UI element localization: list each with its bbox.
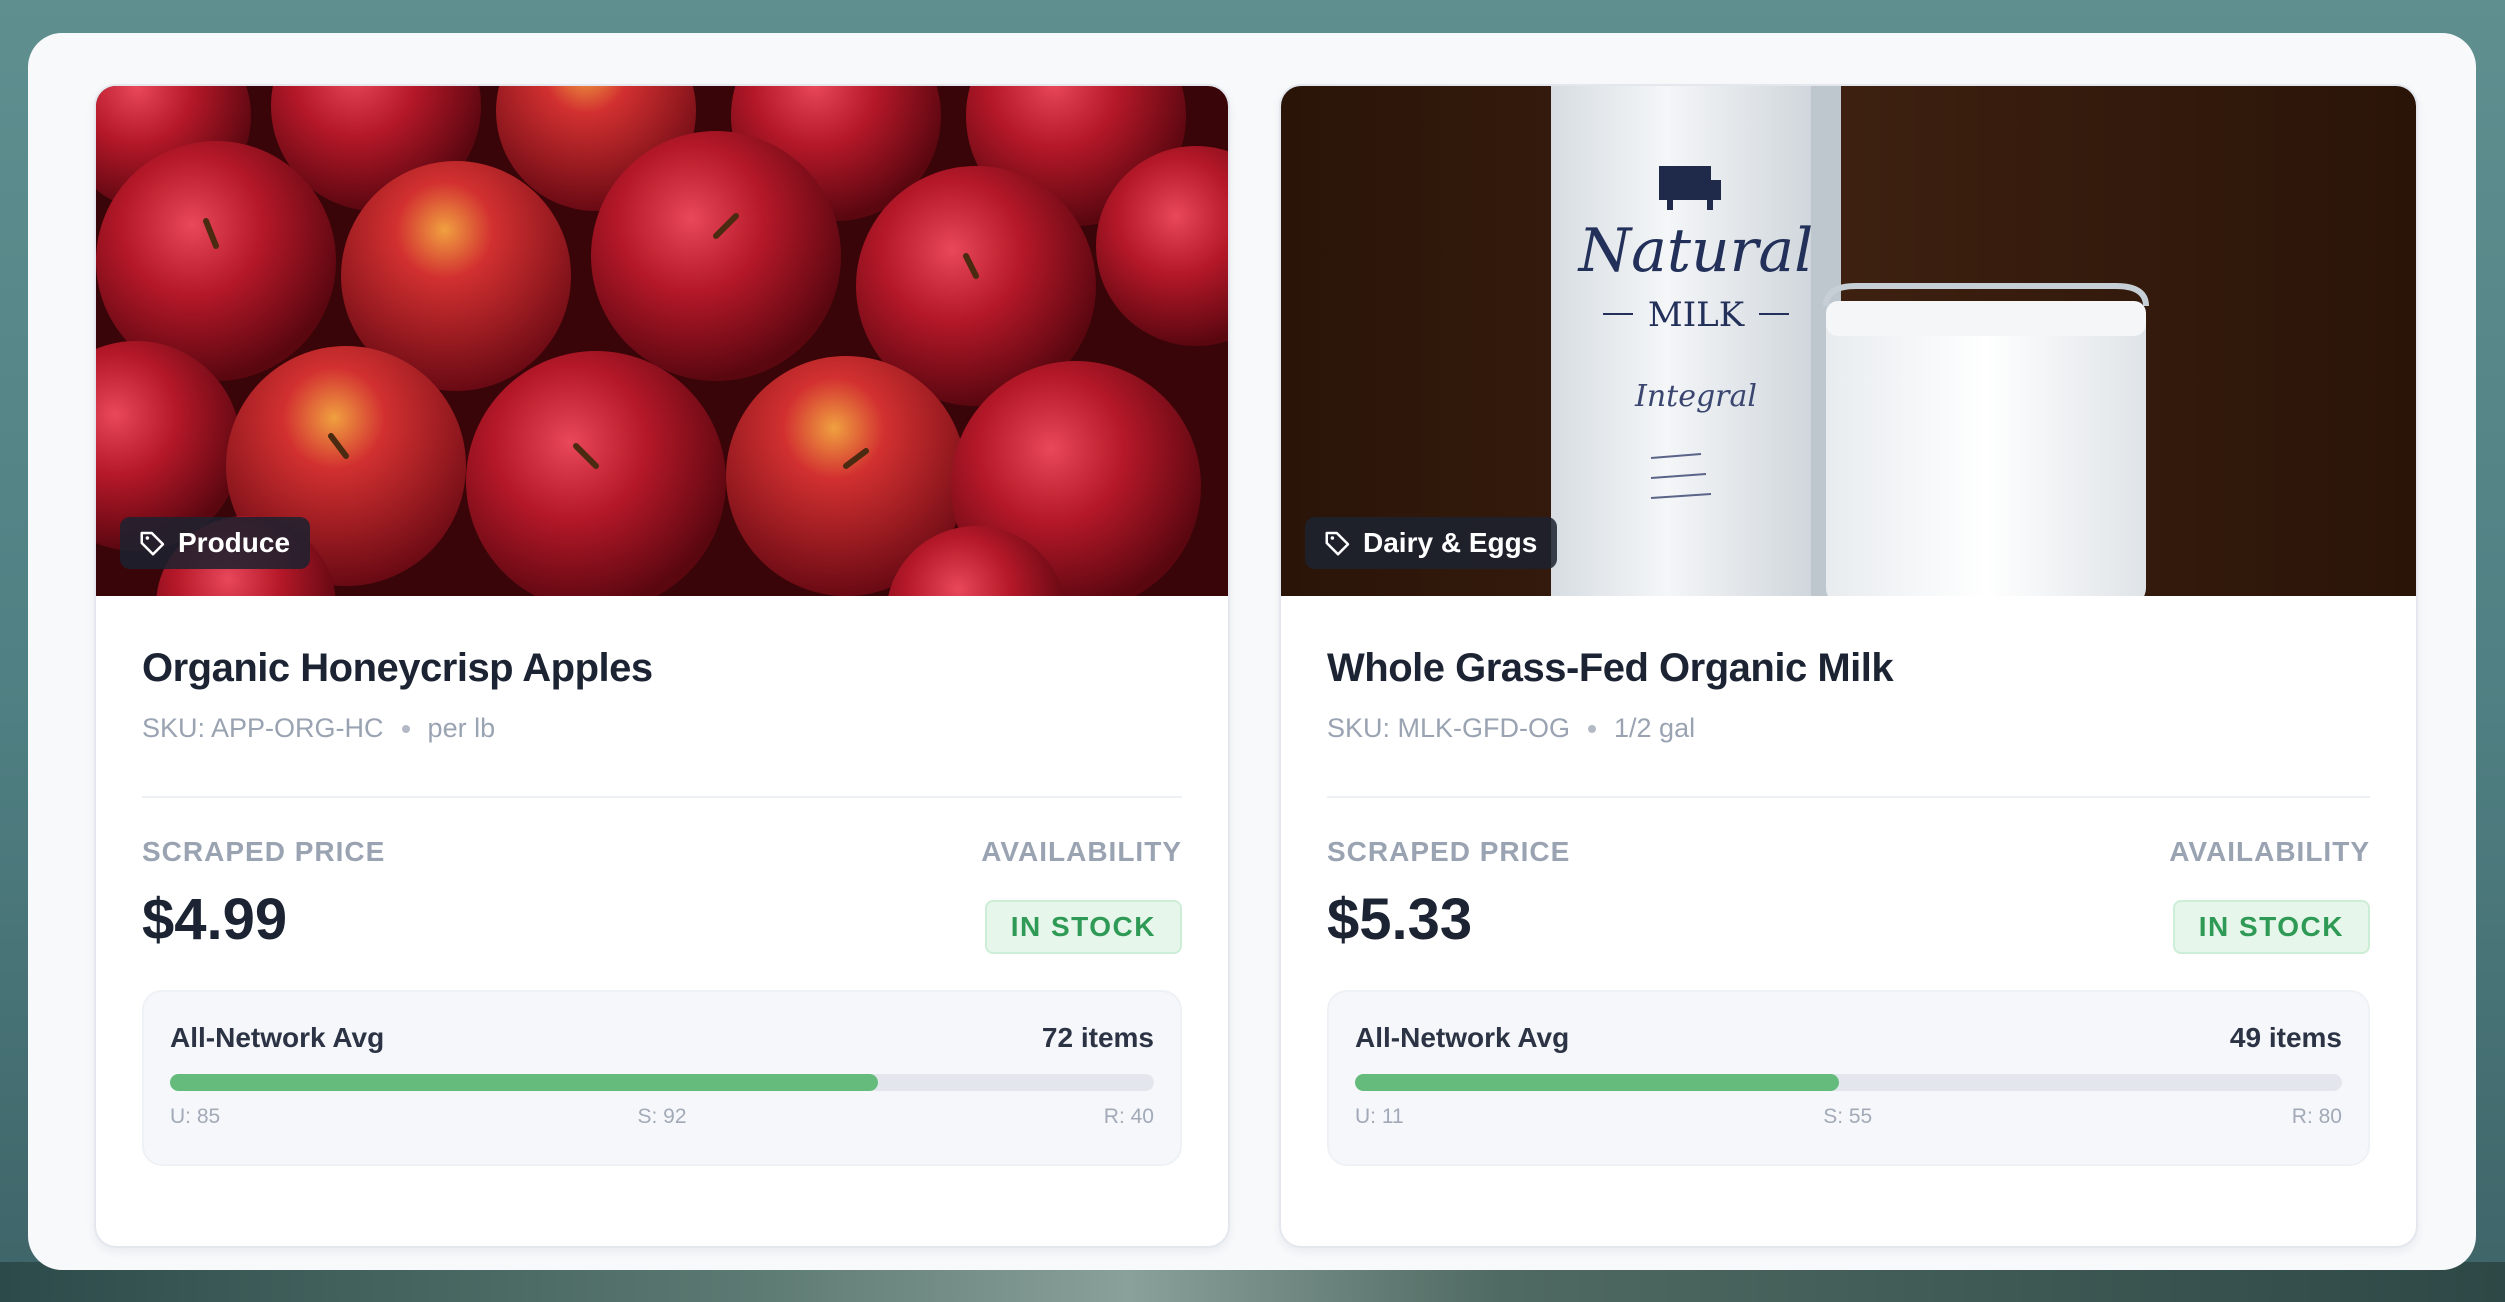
sku-label: SKU: APP-ORG-HC (142, 713, 384, 743)
product-panel: Produce Organic Honeycrisp Apples SKU: A… (28, 33, 2476, 1270)
product-title: Whole Grass-Fed Organic Milk (1327, 646, 1894, 690)
stock-badge: IN STOCK (2172, 900, 2370, 954)
items-count: 72 items (1041, 1022, 1154, 1053)
score-u: U: 11 (1355, 1105, 1404, 1128)
price-label: SCRAPED PRICE (1327, 836, 1571, 867)
progress-bar (170, 1074, 1154, 1091)
carton-brand: Natural (1577, 216, 1814, 286)
tag-icon (140, 531, 165, 556)
meta-separator (401, 724, 410, 733)
score-r: R: 40 (1103, 1105, 1154, 1128)
availability-label: AVAILABILITY (2169, 836, 2370, 867)
tag-icon (1325, 531, 1350, 556)
price-value: $5.33 (1327, 887, 1473, 952)
category-badge: Dairy & Eggs (1305, 517, 1558, 569)
progress-bar (1355, 1074, 2342, 1091)
product-image-milk: Natural MILK Integral Dairy & Eggs (1281, 86, 2416, 596)
divider (1327, 796, 2370, 798)
sku-label: SKU: MLK-GFD-OG (1327, 713, 1571, 743)
price-label: SCRAPED PRICE (142, 836, 386, 867)
unit-label: per lb (427, 713, 496, 743)
divider (142, 796, 1182, 798)
progress-fill (1355, 1074, 1839, 1091)
price-value: $4.99 (142, 887, 288, 952)
carton-script: Integral (1634, 379, 1757, 414)
category-badge: Produce (120, 517, 311, 569)
meta-separator (1588, 724, 1597, 733)
network-avg-box: All-Network Avg 49 items U: 11 S: 55 R: … (1327, 990, 2370, 1166)
network-avg-label: All-Network Avg (170, 1022, 385, 1053)
score-s: S: 55 (1823, 1105, 1873, 1128)
score-u: U: 85 (170, 1105, 221, 1128)
network-avg-box: All-Network Avg 72 items U: 85 S: 92 R: … (142, 990, 1182, 1166)
product-image-apples: Produce (96, 86, 1228, 596)
product-card-milk[interactable]: Natural MILK Integral Dairy & Eggs Whole… (1279, 84, 2418, 1248)
network-avg-label: All-Network Avg (1355, 1022, 1570, 1053)
stock-badge: IN STOCK (984, 900, 1182, 954)
availability-label: AVAILABILITY (981, 836, 1182, 867)
carton-milk: MILK (1648, 295, 1745, 335)
category-label: Dairy & Eggs (1363, 527, 1538, 558)
items-count: 49 items (2229, 1022, 2342, 1053)
product-card-apples[interactable]: Produce Organic Honeycrisp Apples SKU: A… (94, 84, 1230, 1248)
progress-fill (170, 1074, 879, 1091)
score-r: R: 80 (2291, 1105, 2342, 1128)
score-s: S: 92 (637, 1105, 687, 1128)
category-label: Produce (178, 527, 291, 558)
unit-label: 1/2 gal (1614, 713, 1696, 743)
product-title: Organic Honeycrisp Apples (142, 646, 653, 690)
